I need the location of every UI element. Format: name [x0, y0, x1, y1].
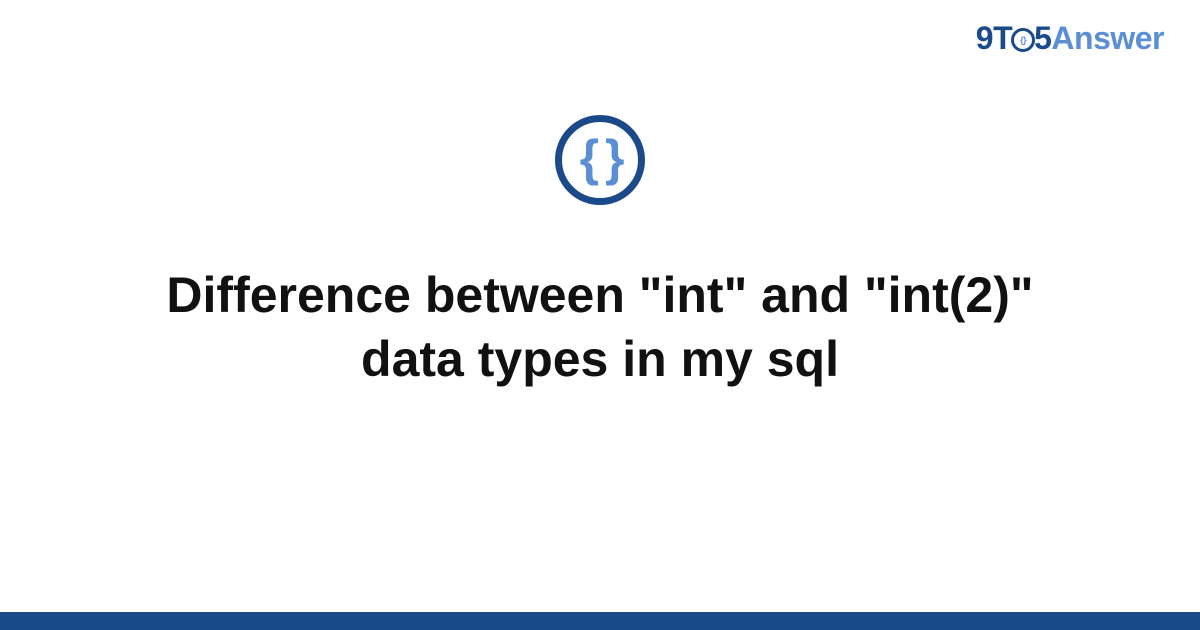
logo-o-icon: {}: [1011, 28, 1035, 52]
logo-five: 5: [1034, 20, 1051, 56]
braces-glyph-icon: { }: [580, 133, 621, 183]
content-block: { } Difference between "int" and "int(2)…: [0, 115, 1200, 391]
footer-bar: [0, 612, 1200, 630]
braces-badge-icon: { }: [555, 115, 645, 205]
logo-o-braces: {}: [1020, 35, 1026, 45]
logo-nine: 9: [976, 20, 993, 56]
logo-answer: Answer: [1051, 20, 1164, 56]
logo-t: T: [993, 20, 1012, 56]
page-title: Difference between "int" and "int(2)" da…: [125, 263, 1075, 391]
site-logo: 9T {} 5Answer: [976, 20, 1164, 57]
